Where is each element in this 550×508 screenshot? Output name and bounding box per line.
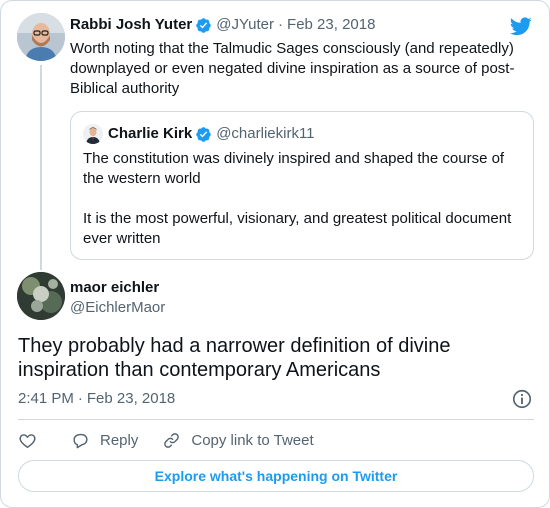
separator-dot: ·: [77, 390, 83, 407]
avatar-maor[interactable]: [17, 272, 65, 320]
quoted-author-name: Charlie Kirk: [108, 125, 193, 142]
tweet-actions: Reply Copy link to Tweet: [18, 429, 314, 451]
parent-tweet-text: Worth noting that the Talmudic Sages con…: [70, 40, 515, 97]
quoted-tweet-text: The constitution was divinely inspired a…: [83, 149, 523, 249]
reply-label[interactable]: Reply: [100, 432, 138, 449]
copy-link-label[interactable]: Copy link to Tweet: [191, 432, 313, 449]
reply-button[interactable]: Reply: [71, 431, 138, 450]
quoted-tweet-header: Charlie Kirk @charliekirk11: [108, 124, 315, 144]
author-name[interactable]: Rabbi Josh Yuter: [70, 15, 192, 35]
divider: [18, 419, 534, 420]
tweet-time[interactable]: 2:41 PM: [18, 389, 74, 409]
reply-author-name[interactable]: maor eichler: [70, 278, 159, 298]
like-button[interactable]: [18, 431, 37, 450]
author-handle[interactable]: @JYuter: [216, 15, 274, 35]
heart-icon: [19, 433, 36, 448]
copy-link-button[interactable]: Copy link to Tweet: [162, 431, 314, 450]
verified-badge-icon: [196, 18, 212, 33]
tweet-date[interactable]: Feb 23, 2018: [87, 389, 175, 409]
reply-bubble-icon: [73, 433, 88, 448]
reply-author-handle[interactable]: @EichlerMaor: [70, 298, 165, 318]
info-icon[interactable]: [511, 388, 533, 410]
twitter-bird-icon[interactable]: [509, 15, 533, 37]
thread-connector-line: [40, 65, 42, 270]
quoted-tweet[interactable]: Charlie Kirk @charliekirk11 The constitu…: [70, 111, 534, 260]
verified-badge-icon: [196, 127, 211, 142]
separator-dot: ·: [278, 16, 284, 33]
quoted-paragraph-1: The constitution was divinely inspired a…: [83, 150, 505, 187]
embedded-tweet-card: Rabbi Josh Yuter @JYuter · Feb 23, 2018 …: [0, 0, 550, 508]
quoted-author-handle: @charliekirk11: [216, 125, 315, 142]
link-icon: [164, 432, 180, 448]
reply-tweet-text: They probably had a narrower definition …: [18, 335, 451, 381]
explore-twitter-button[interactable]: Explore what's happening on Twitter: [18, 460, 534, 492]
avatar-kirk: [83, 124, 103, 144]
parent-tweet-header: Rabbi Josh Yuter @JYuter · Feb 23, 2018: [70, 15, 375, 35]
tweet-timestamp[interactable]: 2:41 PM · Feb 23, 2018: [18, 389, 175, 409]
tweet-date-link[interactable]: Feb 23, 2018: [287, 15, 375, 35]
quoted-paragraph-2: It is the most powerful, visionary, and …: [83, 210, 512, 247]
avatar-yuter[interactable]: [17, 13, 65, 61]
